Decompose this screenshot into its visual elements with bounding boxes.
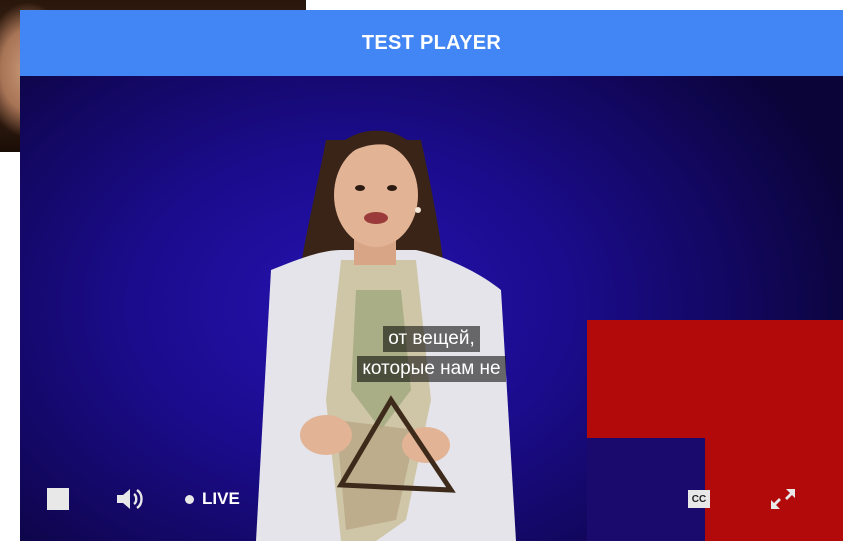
video-frame[interactable]: от вещей, которые нам не — [20, 76, 843, 541]
live-indicator[interactable]: LIVE — [185, 488, 240, 510]
volume-icon — [117, 489, 143, 509]
player-title: TEST PLAYER — [361, 31, 502, 54]
subtitle-line-1: от вещей, — [383, 326, 480, 352]
stop-button[interactable] — [46, 487, 70, 511]
video-player: TEST PLAYER от вещей, которые нам не — [20, 10, 843, 541]
player-title-bar: TEST PLAYER — [20, 10, 843, 76]
closed-captions-button[interactable]: CC — [687, 489, 711, 509]
closed-captions-icon: CC — [688, 490, 710, 508]
live-dot-icon — [185, 494, 194, 504]
volume-button[interactable] — [114, 486, 150, 512]
fullscreen-icon — [771, 489, 795, 509]
speaker-figure — [256, 130, 516, 541]
stop-icon — [47, 488, 69, 510]
fullscreen-button[interactable] — [768, 486, 798, 512]
live-label: LIVE — [202, 489, 240, 508]
subtitle-line-2: которые нам не — [357, 356, 506, 382]
subtitles: от вещей, которые нам не — [20, 326, 843, 382]
